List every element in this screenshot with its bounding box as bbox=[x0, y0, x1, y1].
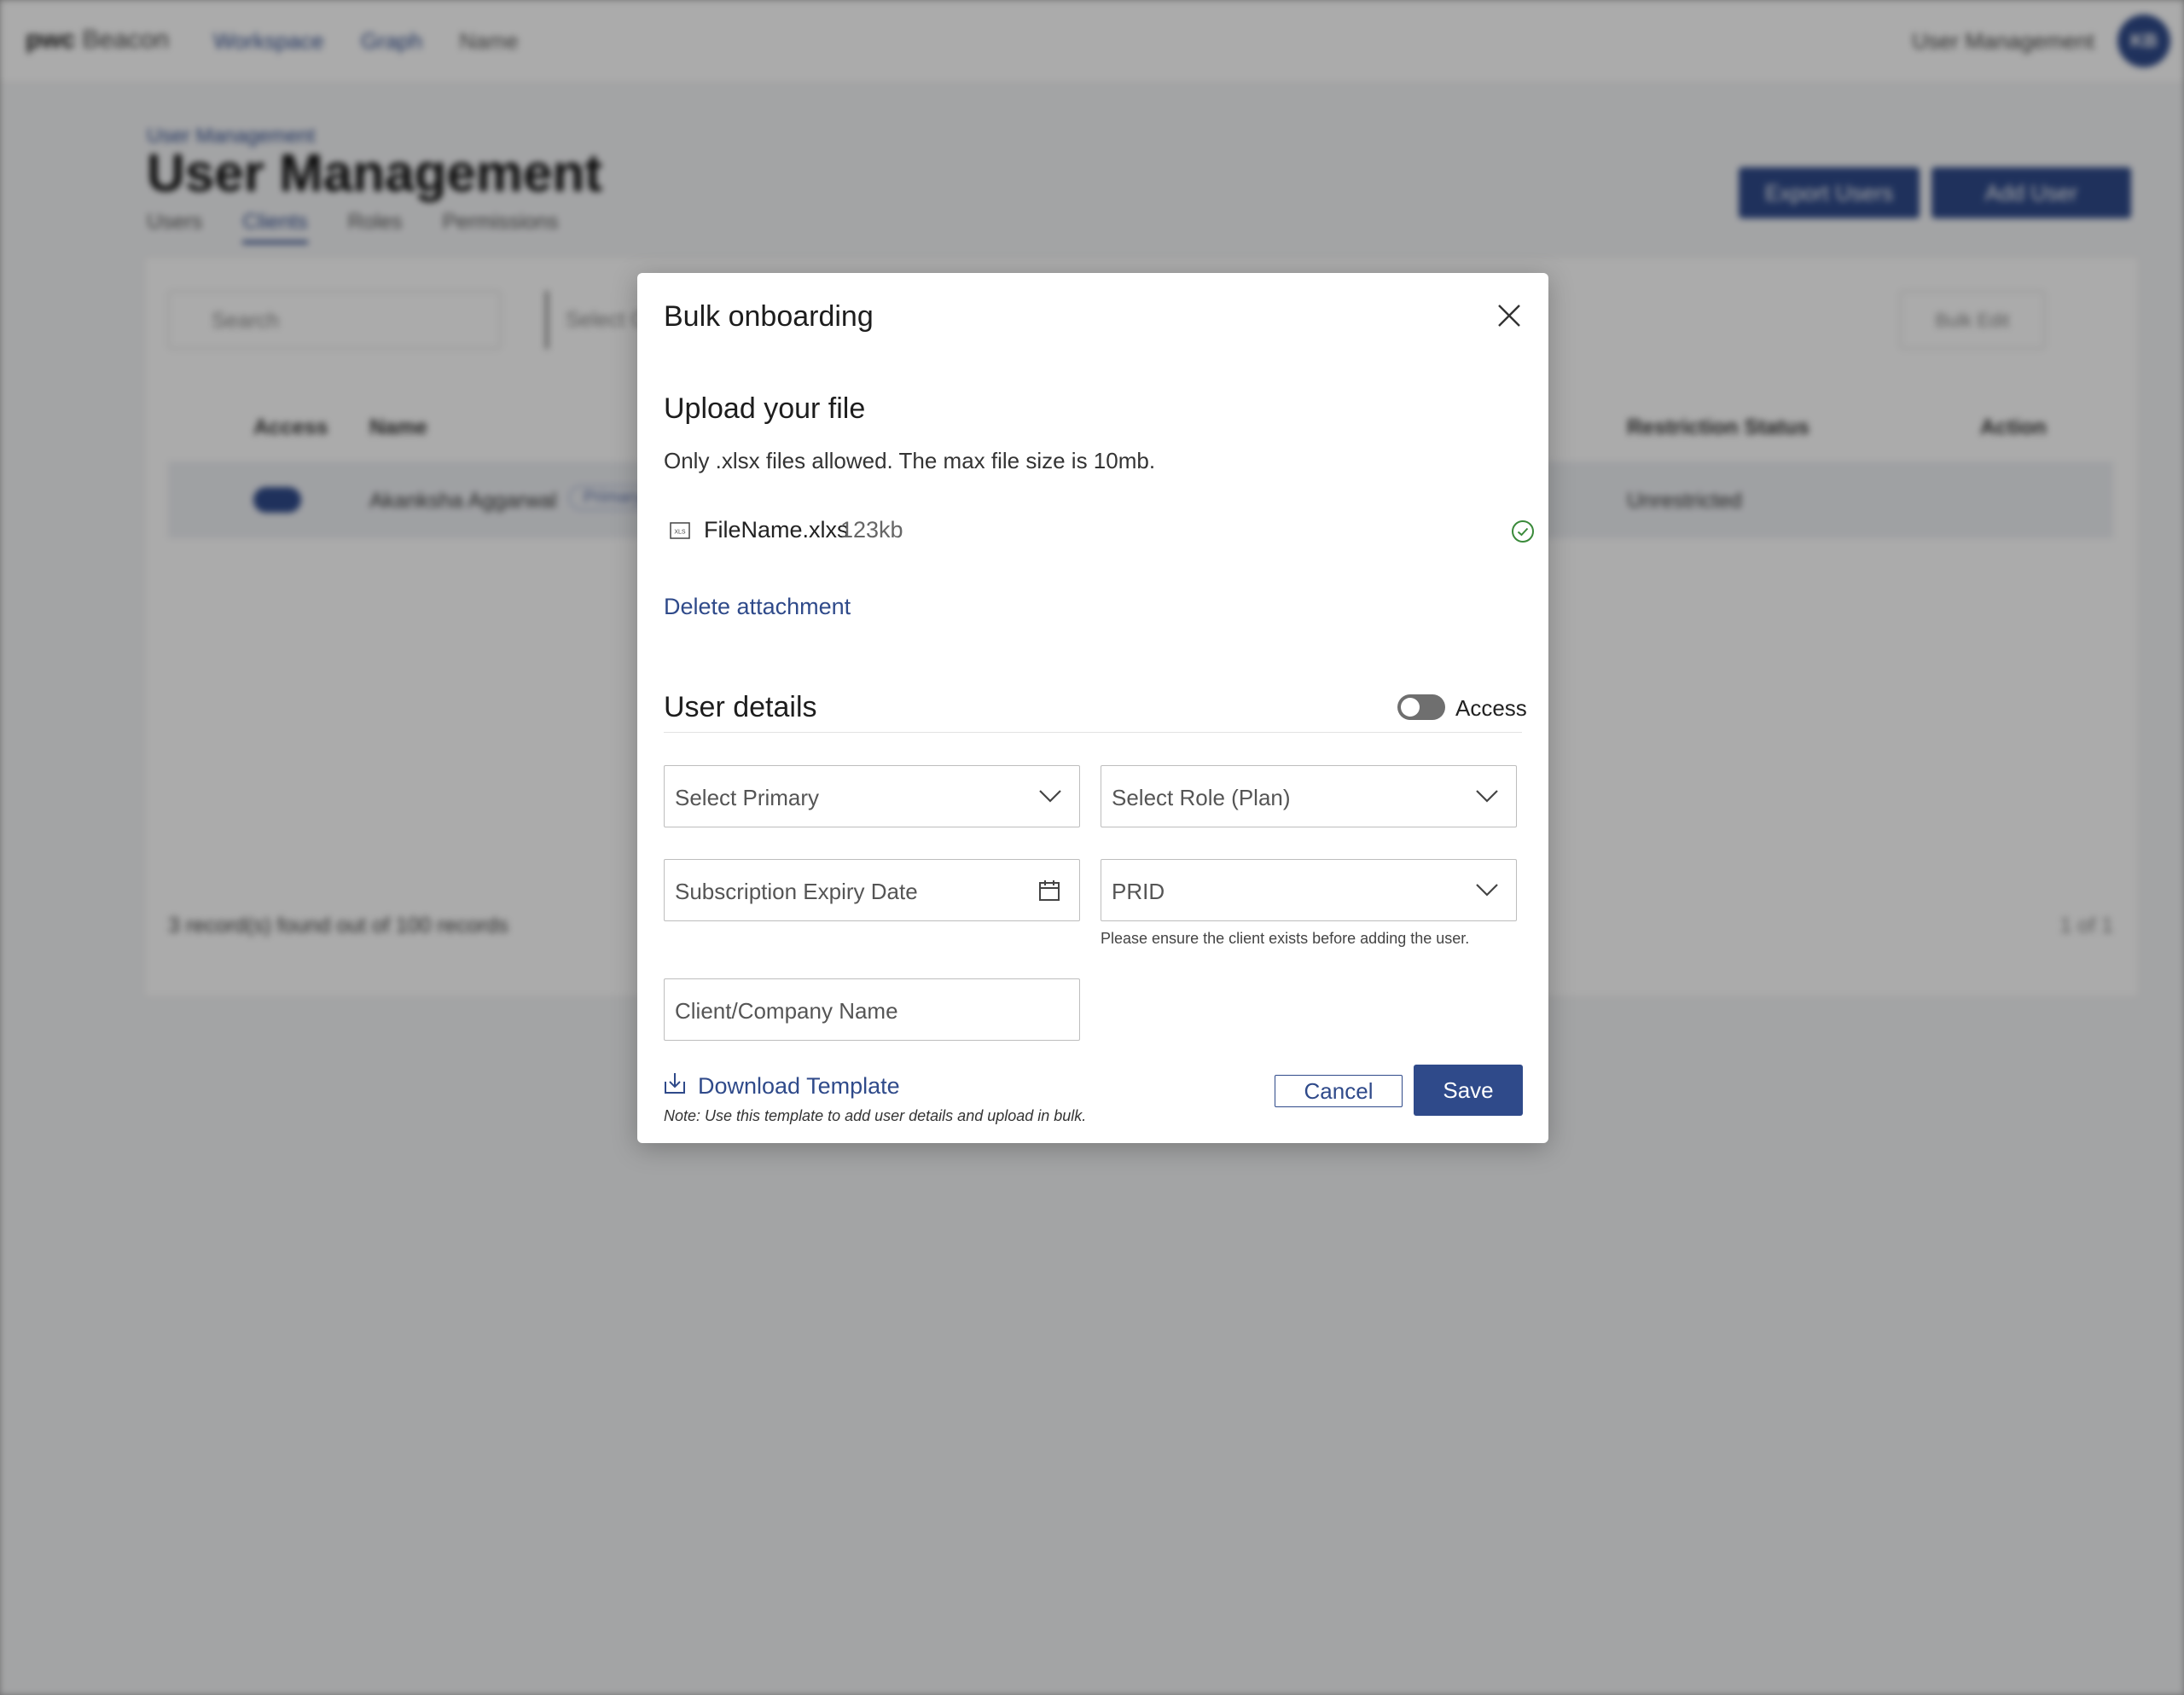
upload-section-title: Upload your file bbox=[664, 392, 866, 425]
subscription-expiry-date-field[interactable]: Subscription Expiry Date bbox=[664, 859, 1080, 921]
svg-text:XLS: XLS bbox=[674, 530, 686, 536]
check-circle-icon bbox=[1510, 519, 1536, 544]
file-size: 123kb bbox=[840, 517, 903, 543]
upload-help-text: Only .xlsx files allowed. The max file s… bbox=[664, 448, 1156, 473]
access-label: Access bbox=[1455, 695, 1527, 721]
calendar-icon[interactable] bbox=[1038, 879, 1060, 903]
company-name-placeholder: Client/Company Name bbox=[675, 998, 898, 1024]
bulk-onboarding-dialog: Bulk onboarding Upload your file Only .x… bbox=[637, 273, 1548, 1143]
select-primary-placeholder: Select Primary bbox=[675, 785, 820, 810]
expiry-date-placeholder: Subscription Expiry Date bbox=[675, 879, 918, 904]
chevron-down-icon bbox=[1476, 790, 1498, 803]
select-primary-dropdown[interactable]: Select Primary bbox=[664, 765, 1080, 827]
client-company-name-field[interactable]: Client/Company Name bbox=[664, 978, 1080, 1041]
save-button[interactable]: Save bbox=[1414, 1065, 1523, 1116]
cancel-button[interactable]: Cancel bbox=[1275, 1075, 1403, 1107]
download-note: Note: Use this template to add user deta… bbox=[664, 1107, 1087, 1124]
download-template-label: Download Template bbox=[698, 1073, 900, 1099]
download-icon bbox=[665, 1073, 685, 1094]
xls-file-icon: XLS bbox=[670, 522, 690, 539]
attached-file: XLS FileName.xlxs 123kb bbox=[670, 515, 1534, 549]
access-toggle[interactable] bbox=[1397, 694, 1445, 720]
select-role-dropdown[interactable]: Select Role (Plan) bbox=[1101, 765, 1517, 827]
file-name: FileName.xlxs bbox=[704, 517, 849, 543]
select-role-placeholder: Select Role (Plan) bbox=[1112, 785, 1291, 810]
prid-hint: Please ensure the client exists before a… bbox=[1101, 930, 1470, 947]
prid-dropdown[interactable]: PRID bbox=[1101, 859, 1517, 921]
dialog-title: Bulk onboarding bbox=[664, 300, 874, 333]
delete-attachment-link[interactable]: Delete attachment bbox=[664, 594, 851, 620]
close-icon[interactable] bbox=[1494, 300, 1525, 331]
chevron-down-icon bbox=[1476, 884, 1498, 897]
prid-placeholder: PRID bbox=[1112, 879, 1165, 904]
user-details-title: User details bbox=[664, 691, 817, 723]
toggle-knob bbox=[1401, 698, 1420, 717]
section-divider bbox=[664, 732, 1522, 733]
chevron-down-icon bbox=[1039, 790, 1061, 803]
